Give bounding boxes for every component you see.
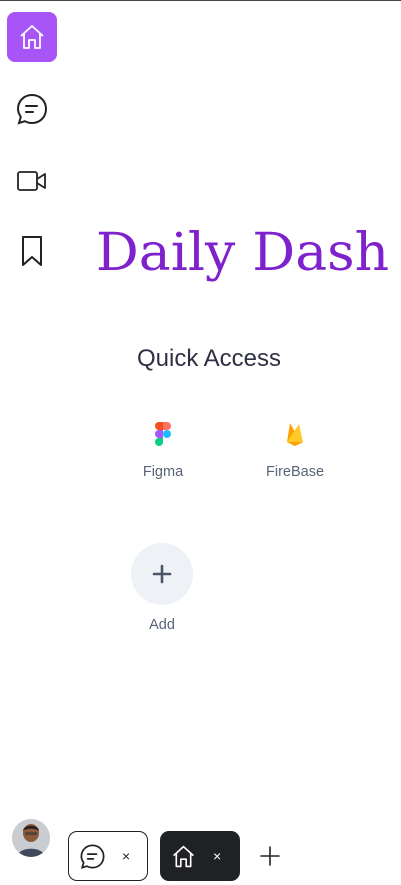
quick-access-heading: Quick Access [136, 345, 282, 372]
plus-icon [152, 564, 172, 584]
chat-icon [80, 844, 105, 869]
sidebar-item-chat[interactable] [7, 84, 57, 134]
firebase-icon [287, 423, 303, 446]
shortcut-firebase[interactable]: FireBase [250, 420, 340, 480]
shortcut-label: FireBase [265, 464, 325, 480]
sidebar-item-bookmark[interactable] [7, 226, 57, 276]
page-title: Daily Dash [95, 223, 390, 283]
sidebar-item-video[interactable] [7, 156, 57, 206]
tab-chat[interactable]: × [68, 831, 148, 881]
home-icon [173, 845, 194, 867]
bookmark-icon [22, 236, 42, 266]
plus-icon [260, 846, 280, 866]
close-tab-button[interactable]: × [213, 848, 221, 864]
figma-icon [155, 422, 171, 446]
add-shortcut-label: Add [149, 617, 175, 633]
shortcut-figma[interactable]: Figma [118, 420, 208, 480]
chat-icon [16, 93, 48, 125]
new-tab-button[interactable] [258, 841, 282, 871]
avatar[interactable] [12, 819, 50, 857]
home-icon [20, 25, 44, 49]
shortcut-label: Figma [142, 464, 184, 480]
user-avatar-icon [12, 819, 50, 857]
close-tab-button[interactable]: × [122, 848, 130, 864]
add-shortcut-button[interactable] [131, 543, 193, 605]
tab-home[interactable]: × [160, 831, 240, 881]
video-icon [17, 171, 46, 191]
sidebar-item-home[interactable] [7, 12, 57, 62]
